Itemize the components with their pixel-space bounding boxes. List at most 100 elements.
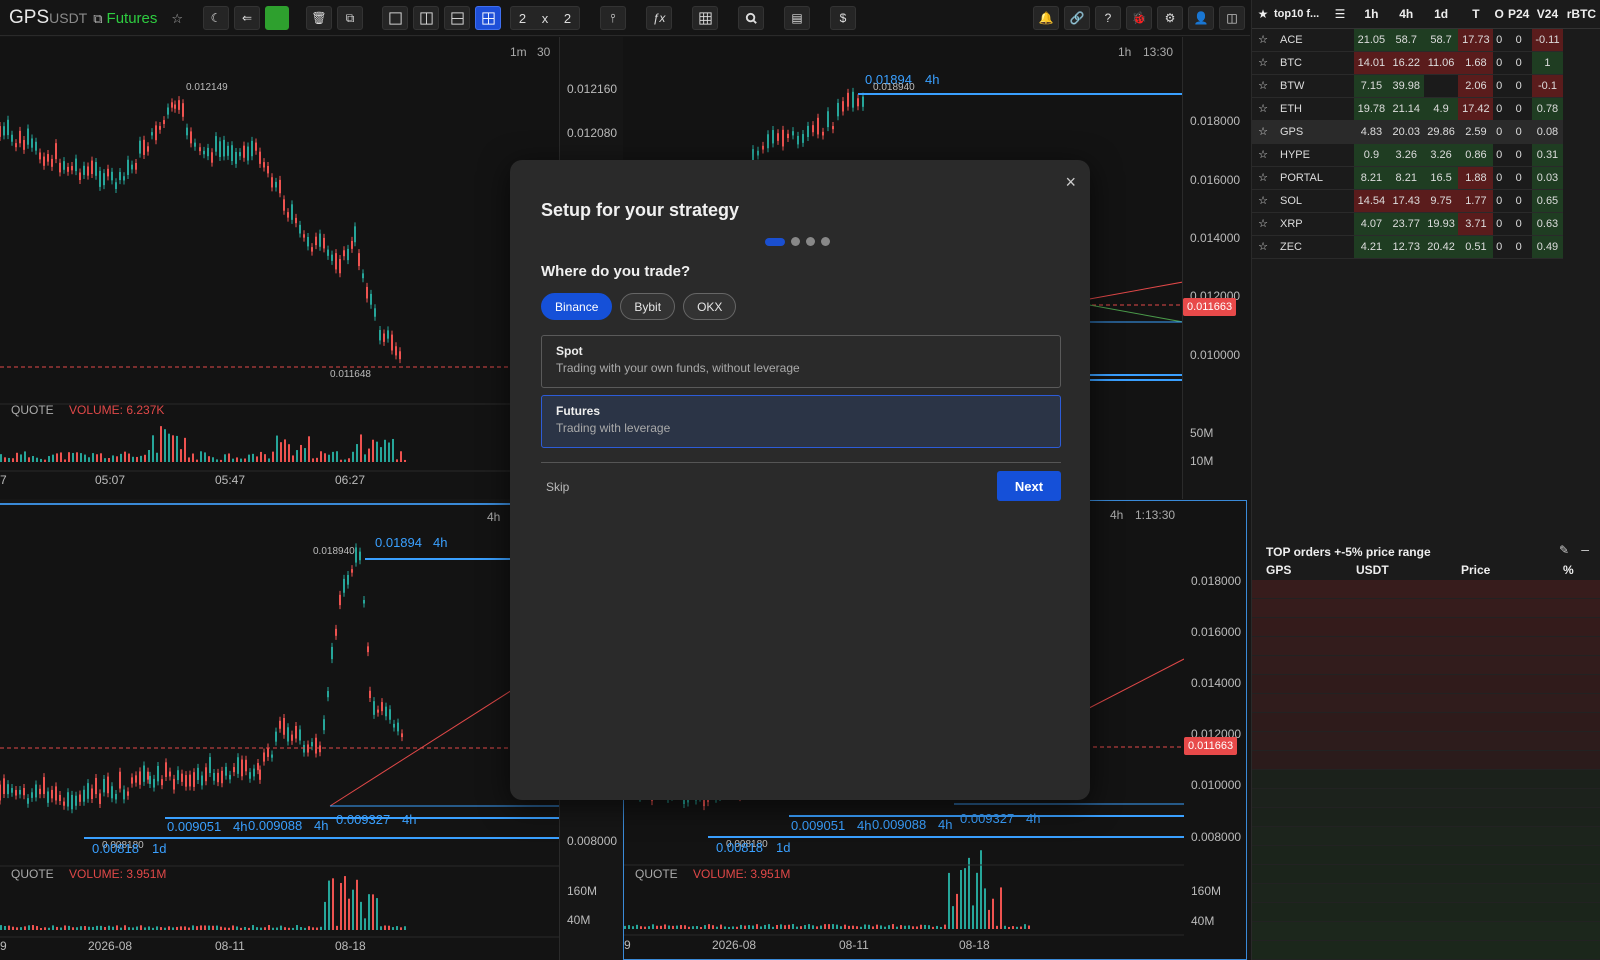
candle-body — [39, 152, 41, 160]
volume-bar — [196, 459, 198, 462]
list-icon[interactable]: ☰ — [1326, 0, 1354, 29]
favorite-star-icon[interactable]: ☆ — [1252, 212, 1274, 236]
symbol-name: BTC — [1274, 51, 1354, 75]
watchlist-row[interactable]: ☆ XRP 4.07 23.77 19.93 3.71 0 0 0.63 — [1252, 212, 1600, 236]
spot-option[interactable]: Spot Trading with your own funds, withou… — [541, 335, 1061, 388]
layout-grid-button[interactable] — [475, 6, 501, 30]
watchlist-row[interactable]: ☆ ACE 21.05 58.7 58.7 17.73 0 0 -0.11 — [1252, 28, 1600, 52]
cell-value: 2.06 — [1458, 74, 1494, 98]
exchange-bybit-button[interactable]: Bybit — [620, 293, 676, 320]
grid-size-selector[interactable]: 2 x 2 — [510, 6, 580, 30]
delete-button[interactable]: 🗑 — [306, 6, 332, 30]
col-header[interactable]: P24 — [1505, 0, 1533, 29]
symbol-base[interactable]: GPS — [9, 7, 49, 29]
watchlist-row[interactable]: ☆ ZEC 4.21 12.73 20.42 0.51 0 0 0.49 — [1252, 235, 1600, 259]
formula-button[interactable]: ƒx — [646, 6, 672, 30]
price-chart-bl[interactable] — [0, 505, 560, 960]
col-header[interactable]: 1h — [1354, 0, 1389, 29]
col-header[interactable]: T — [1458, 0, 1494, 29]
profile-button[interactable]: 👤 — [1188, 6, 1214, 30]
back-button[interactable]: ⇐ — [234, 6, 260, 30]
favorite-star-icon[interactable]: ☆ — [1252, 74, 1274, 98]
candle-body — [377, 709, 379, 713]
watchlist-row[interactable]: ☆ PORTAL 8.21 8.21 16.5 1.88 0 0 0.03 — [1252, 166, 1600, 190]
volume-bar — [104, 926, 106, 930]
table-button[interactable] — [692, 6, 718, 30]
watchlist-row[interactable]: ☆ SOL 14.54 17.43 9.75 1.77 0 0 0.65 — [1252, 189, 1600, 213]
favorite-star-icon[interactable]: ☆ — [1252, 97, 1274, 121]
favorite-star-icon[interactable]: ☆ — [1252, 189, 1274, 213]
grid-rows[interactable]: 2 — [519, 11, 526, 26]
cell-value: 0 — [1493, 97, 1506, 121]
help-button[interactable]: ? — [1095, 6, 1121, 30]
watchlist-row[interactable]: ☆ HYPE 0.9 3.26 3.26 0.86 0 0 0.31 — [1252, 143, 1600, 167]
layout-single-button[interactable] — [382, 6, 408, 30]
futures-option[interactable]: Futures Trading with leverage — [541, 395, 1061, 448]
timeframe-label[interactable]: 1h — [1118, 45, 1131, 59]
layout-vertical-button[interactable] — [413, 6, 439, 30]
close-icon[interactable]: × — [1065, 172, 1076, 193]
layout-horizontal-button[interactable] — [444, 6, 470, 30]
next-button[interactable]: Next — [997, 471, 1061, 501]
star-column-icon[interactable]: ★ — [1252, 0, 1274, 29]
brush-icon[interactable]: ✎ — [1559, 543, 1569, 557]
alerts-button[interactable]: 🔔 — [1033, 6, 1059, 30]
exchange-okx-button[interactable]: OKX — [683, 293, 737, 320]
divider — [541, 462, 1061, 463]
symbol-name: XRP — [1274, 212, 1354, 236]
watchlist-title[interactable]: top10 f... — [1274, 0, 1326, 29]
step-dot — [791, 237, 800, 246]
cell-value: 19.93 — [1423, 212, 1459, 236]
skip-button[interactable]: Skip — [546, 480, 569, 494]
screener-button[interactable]: ▤ — [784, 6, 810, 30]
volume-bar — [352, 889, 354, 930]
watchlist-row[interactable]: ☆ ETH 19.78 21.14 4.9 17.42 0 0 0.78 — [1252, 97, 1600, 121]
favorite-star-icon[interactable]: ☆ — [1252, 120, 1274, 144]
color-swatch-button[interactable] — [265, 6, 289, 30]
bug-report-button[interactable]: 🐞 — [1126, 6, 1152, 30]
favorite-star-icon[interactable]: ☆ — [1252, 51, 1274, 75]
favorite-star-icon[interactable]: ☆ — [171, 11, 183, 27]
volume-bar — [204, 925, 206, 930]
exchange-binance-button[interactable]: Binance — [541, 293, 613, 320]
price-chart-tl[interactable] — [0, 37, 560, 499]
settings-button[interactable]: ⚙ — [1157, 6, 1183, 30]
timeframe-label[interactable]: 4h — [1110, 508, 1123, 522]
favorite-star-icon[interactable]: ☆ — [1252, 166, 1274, 190]
favorite-star-icon[interactable]: ☆ — [1252, 235, 1274, 259]
currency-button[interactable]: $ — [830, 6, 856, 30]
volume-bar — [112, 926, 114, 930]
trash-icon: 🗑 — [311, 11, 327, 25]
watchlist-row[interactable]: ☆ BTW 7.15 39.98 2.06 0 0 -0.1 — [1252, 74, 1600, 98]
col-header[interactable]: V24 — [1532, 0, 1563, 29]
col-header[interactable]: rBTC — [1562, 0, 1600, 29]
toggle-panel-button[interactable]: ◫ — [1219, 6, 1245, 30]
grid-cols[interactable]: 2 — [564, 11, 571, 26]
market-type[interactable]: Futures — [107, 10, 158, 27]
timeframe-label[interactable]: 1m — [510, 45, 527, 59]
col-header[interactable]: 1d — [1423, 0, 1459, 29]
volume-bar — [108, 925, 110, 930]
chart-pane-top-left[interactable]: 1m 30 0.012149 0.011648 QUOTE VOLUME: 6.… — [0, 37, 560, 499]
candle-body — [55, 786, 57, 801]
shapes-button[interactable]: ⧉ — [337, 6, 363, 30]
chart-pane-bottom-left[interactable]: 4h 0.01894 4h 0.018940 0.008180 0.009051… — [0, 503, 560, 960]
timeframe-label[interactable]: 4h — [487, 510, 500, 524]
volume-bar — [276, 927, 278, 930]
favorite-star-icon[interactable]: ☆ — [1252, 28, 1274, 52]
watchlist-row[interactable]: ☆ GPS 4.83 20.03 29.86 2.59 0 0 0.08 — [1252, 120, 1600, 144]
search-button[interactable] — [738, 6, 764, 30]
link-button[interactable]: 🔗 — [1064, 6, 1090, 30]
minimize-icon[interactable]: – — [1581, 541, 1589, 557]
theme-moon-button[interactable]: ☾ — [203, 6, 229, 30]
favorite-star-icon[interactable]: ☆ — [1252, 143, 1274, 167]
col-header[interactable]: O — [1493, 0, 1506, 29]
time-label-3: 06:27 — [335, 473, 366, 487]
indicator-button[interactable]: ⫯ — [600, 6, 626, 30]
candle-body — [7, 784, 9, 795]
copy-icon[interactable]: ⧉ — [93, 11, 102, 27]
watchlist-row[interactable]: ☆ BTC 14.01 16.22 11.06 1.68 0 0 1 — [1252, 51, 1600, 75]
symbol-header[interactable]: GPS USDT ⧉ Futures ☆ — [0, 7, 183, 29]
col-header[interactable]: 4h — [1388, 0, 1424, 29]
candle-body — [91, 788, 93, 800]
